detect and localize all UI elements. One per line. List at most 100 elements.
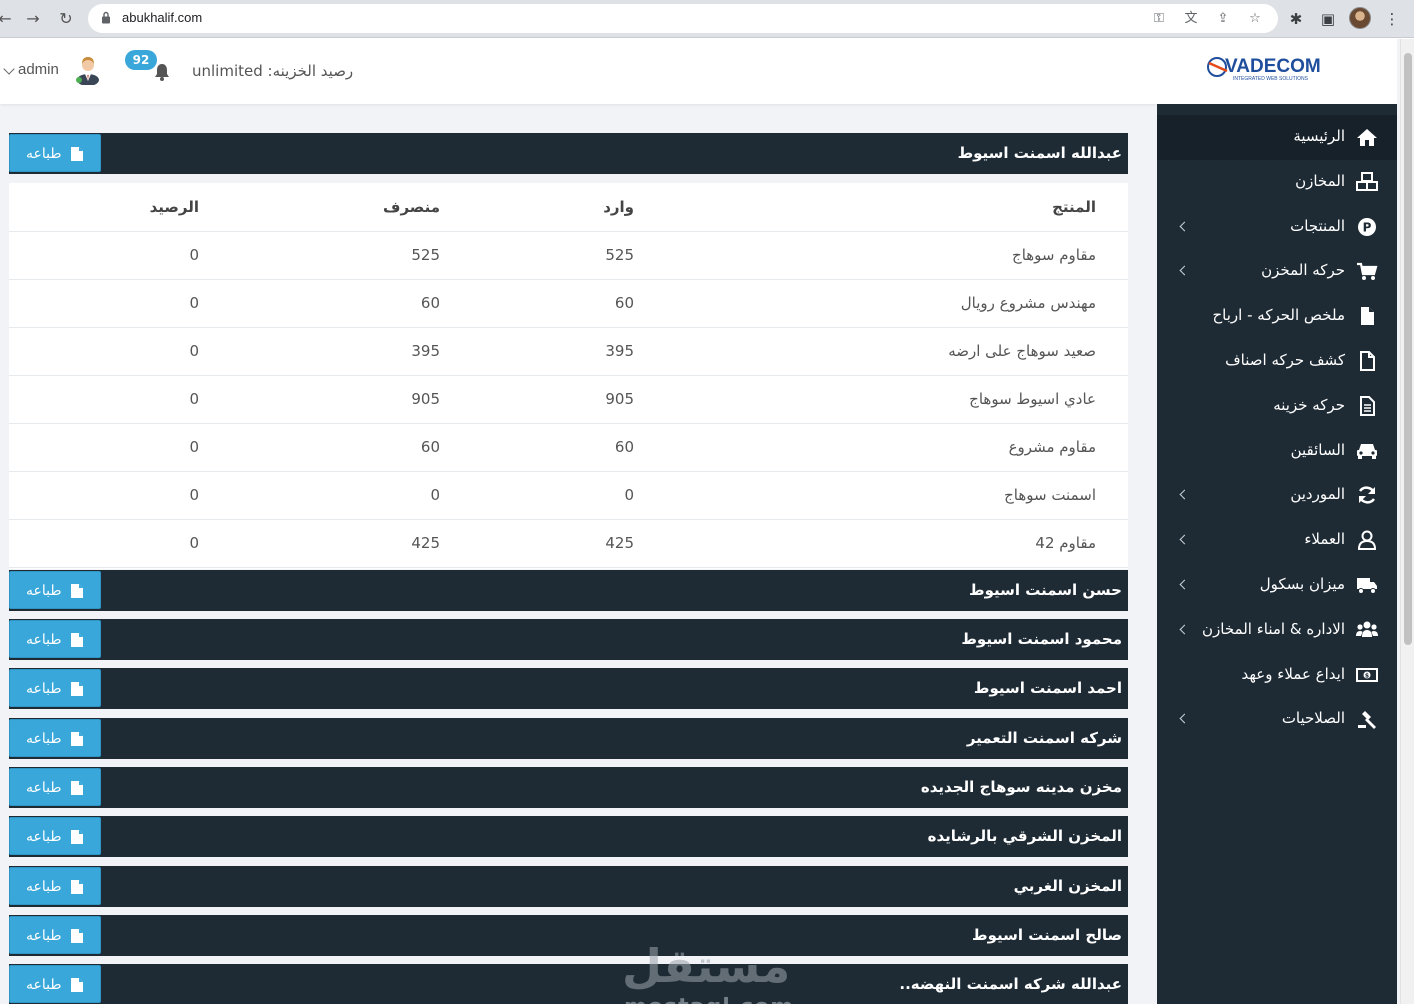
print-button[interactable]: طباعه	[9, 571, 101, 609]
sidebar-item[interactable]: ميزان بسكول	[1157, 563, 1397, 608]
sidebar-item[interactable]: المخازن	[1157, 160, 1397, 205]
sidebar-item-label: العملاء	[1304, 530, 1345, 548]
warehouse-bar[interactable]: طباعه حسن اسمنت اسيوط	[9, 570, 1128, 611]
cell-in: 60	[614, 438, 634, 456]
warehouse-bar[interactable]: طباعه عبدالله اسمنت اسيوط	[9, 133, 1128, 174]
print-button[interactable]: طباعه	[9, 965, 101, 1003]
warehouse-bar[interactable]: طباعه محمود اسمنت اسيوط	[9, 619, 1128, 660]
cell-product: صعيد سوهاج على ارضه	[948, 342, 1096, 360]
warehouse-bar[interactable]: طباعه احمد اسمنت اسيوط	[9, 668, 1128, 709]
print-button[interactable]: طباعه	[9, 620, 101, 658]
cell-product: اسمنت سوهاج	[1004, 486, 1096, 504]
svg-text:$: $	[1365, 673, 1369, 680]
cell-in: 425	[605, 534, 634, 552]
file-icon	[71, 633, 83, 647]
print-button[interactable]: طباعه	[9, 768, 101, 806]
sidebar-item[interactable]: كشف حركه اصناف	[1157, 339, 1397, 384]
sidebar-item[interactable]: العملاء	[1157, 518, 1397, 563]
product-table: المنتج وارد منصرف الرصيد مقاوم سوهاج 525 5…	[9, 183, 1128, 569]
print-button[interactable]: طباعه	[9, 669, 101, 707]
warehouse-title: المخزن الغربي	[1013, 877, 1122, 895]
warehouse-bar[interactable]: طباعه عبدالله شركه اسمنت النهضه..	[9, 964, 1128, 1004]
sidebar-item[interactable]: حركه خزينه	[1157, 384, 1397, 429]
warehouse-bar[interactable]: طباعه صالح اسمنت اسيوط	[9, 915, 1128, 956]
warehouse-title: مخزن مدينه سوهاج الجديده	[920, 778, 1122, 796]
star-icon[interactable]: ☆	[1246, 10, 1264, 28]
file-icon	[71, 880, 83, 894]
back-icon[interactable]: ←	[0, 8, 16, 30]
warehouse-title: احمد اسمنت اسيوط	[973, 679, 1122, 697]
warehouse-title: عبدالله شركه اسمنت النهضه..	[899, 975, 1122, 993]
reload-icon[interactable]: ↻	[55, 8, 77, 30]
share-icon[interactable]: ⇪	[1214, 10, 1232, 28]
translate-icon[interactable]: 文	[1182, 10, 1200, 28]
profile-avatar[interactable]	[1349, 7, 1371, 29]
sidepanel-icon[interactable]: ▣	[1317, 8, 1339, 30]
warehouse-title: محمود اسمنت اسيوط	[961, 630, 1122, 648]
file-text-icon	[1360, 396, 1375, 416]
chevron-down-icon[interactable]	[3, 63, 15, 75]
warehouse-bar[interactable]: طباعه شركه اسمنت التعمير	[9, 718, 1128, 759]
cell-out: 60	[420, 294, 440, 312]
svg-text:VADECOM: VADECOM	[1225, 56, 1321, 77]
user-avatar-icon[interactable]	[74, 53, 102, 85]
cell-in: 60	[614, 294, 634, 312]
warehouse-bar[interactable]: طباعه مخزن مدينه سوهاج الجديده	[9, 767, 1128, 808]
chevron-icon	[1179, 624, 1190, 635]
sidebar-item-label: المنتجات	[1290, 217, 1345, 235]
print-button[interactable]: طباعه	[9, 916, 101, 954]
warehouse-bar[interactable]: طباعه المخزن الغربي	[9, 866, 1128, 907]
table-row: مهندس مشروع رويال 60 60 0	[9, 280, 1128, 328]
print-button[interactable]: طباعه	[9, 719, 101, 757]
column-header-out[interactable]: منصرف	[383, 198, 440, 216]
print-button[interactable]: طباعه	[9, 134, 101, 172]
sidebar-item[interactable]: الاداره & امناء المخازن	[1157, 608, 1397, 653]
cell-out: 525	[411, 246, 440, 264]
sidebar-item[interactable]: السائقين	[1157, 429, 1397, 474]
column-header-in[interactable]: وارد	[603, 198, 634, 216]
home-icon	[1357, 129, 1377, 146]
warehouse-bar[interactable]: طباعه المخزن الشرقي بالرشايده	[9, 816, 1128, 857]
column-header-balance[interactable]: الرصيد	[150, 198, 199, 216]
svg-text:INTEGRATED WEB SOLUTIONS: INTEGRATED WEB SOLUTIONS	[1233, 76, 1309, 82]
user-menu[interactable]: admin	[18, 61, 59, 78]
sidebar-item[interactable]: حركه المخزن	[1157, 249, 1397, 294]
print-button[interactable]: طباعه	[9, 817, 101, 855]
table-row: عادي اسيوط سوهاج 905 905 0	[9, 376, 1128, 424]
table-row: مقاوم سوهاج 525 525 0	[9, 232, 1128, 280]
file-icon	[71, 929, 83, 943]
forward-icon[interactable]: →	[22, 8, 44, 30]
file-icon	[71, 147, 83, 161]
bell-icon[interactable]	[154, 63, 170, 81]
sidebar-item-label: كشف حركه اصناف	[1225, 351, 1345, 369]
notification-count-badge[interactable]: 92	[125, 50, 157, 70]
sidebar-item[interactable]: الصلاحيات	[1157, 697, 1397, 742]
sidebar-item[interactable]: الرئيسية	[1157, 115, 1397, 160]
cell-balance: 0	[189, 390, 199, 408]
user-icon	[1357, 530, 1377, 550]
cell-product: مقاوم مشروع	[1008, 438, 1096, 456]
file-icon	[71, 682, 83, 696]
cell-in: 905	[605, 390, 634, 408]
file-icon	[1361, 307, 1374, 325]
vadecom-logo[interactable]: VADECOM INTEGRATED WEB SOLUTIONS	[1205, 53, 1353, 83]
print-button-label: طباعه	[26, 828, 62, 844]
page-scrollbar[interactable]	[1400, 39, 1414, 1004]
sidebar-item-label: حركه خزينه	[1273, 396, 1345, 414]
sidebar-item[interactable]: $ ايداع عملاء وعهد	[1157, 653, 1397, 698]
svg-text:P: P	[1363, 221, 1372, 235]
sidebar-item[interactable]: P المنتجات	[1157, 205, 1397, 250]
sidebar-item[interactable]: الموردين	[1157, 473, 1397, 518]
scrollbar-thumb[interactable]	[1404, 53, 1412, 645]
menu-kebab-icon[interactable]: ⋮	[1381, 8, 1403, 30]
column-header-product[interactable]: المنتج	[1052, 198, 1096, 216]
key-icon[interactable]: ⚿	[1150, 10, 1168, 28]
chevron-icon	[1179, 713, 1190, 724]
cell-product: مهندس مشروع رويال	[960, 294, 1096, 312]
sidebar-item[interactable]: ملخص الحركه - ارباح	[1157, 294, 1397, 339]
address-bar[interactable]: abukhalif.com ⚿ 文 ⇪ ☆	[88, 4, 1278, 33]
print-button[interactable]: طباعه	[9, 867, 101, 905]
extensions-icon[interactable]: ✱	[1285, 8, 1307, 30]
sidebar-item-label: الموردين	[1290, 485, 1345, 503]
file-icon	[71, 732, 83, 746]
